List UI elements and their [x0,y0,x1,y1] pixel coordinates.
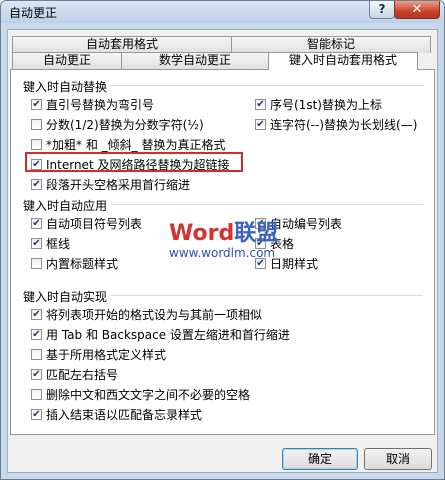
checkbox[interactable] [31,389,42,400]
option-ordinals-superscript[interactable]: ✔ 序号(1st)替换为上标 [255,96,382,113]
option-hyphens-dash[interactable]: ✔ 连字符(--)替换为长划线(—) [255,116,417,133]
checkbox[interactable] [31,258,42,269]
close-button[interactable]: ✕ [394,1,440,19]
option-builtin-heading-styles[interactable]: 内置标题样式 [31,255,118,272]
checkbox[interactable]: ✔ [31,309,42,320]
ok-button[interactable]: 确定 [282,448,358,470]
checkbox[interactable]: ✔ [31,238,42,249]
tab-math-autocorrect[interactable]: 数学自动更正 [121,52,269,69]
checkbox[interactable]: ✔ [31,99,42,110]
option-match-parentheses[interactable]: ✔ 匹配左右括号 [31,366,118,383]
tab-autoformat[interactable]: 自动套用格式 [12,36,232,53]
option-format-list-like-previous[interactable]: ✔ 将列表项开始的格式设为与其前一项相似 [31,306,262,323]
checkbox[interactable]: ✔ [255,99,266,110]
section-divider [111,204,423,205]
title-bar: 自动更正 ? ✕ [1,1,444,23]
option-bold-italic[interactable]: *加粗* 和 _倾斜_ 替换为真正格式 [31,136,225,153]
section-divider [111,85,423,86]
option-tab-backspace-indent[interactable]: ✔ 用 Tab 和 Backspace 设置左缩进和首行缩进 [31,326,290,343]
dialog-body: 自动套用格式 智能标记 自动更正 数学自动更正 键入时自动套用格式 键入时自动替… [7,29,438,473]
tab-panel: 键入时自动替换 ✔ 直引号替换为弯引号 ✔ 序号(1st)替换为上标 分数(1/… [10,69,435,435]
watermark-url: www.wordlm.com [169,246,276,260]
option-first-line-indent[interactable]: ✔ 段落开头空格采用首行缩进 [31,176,190,193]
window-title: 自动更正 [9,6,58,20]
section-implement-title: 键入时自动实现 [23,290,108,304]
option-smart-quotes[interactable]: ✔ 直引号替换为弯引号 [31,96,154,113]
watermark: Word联盟 www.wordlm.com [169,221,279,261]
checkbox[interactable] [31,119,42,130]
help-button[interactable]: ? [369,1,395,19]
option-define-styles[interactable]: 基于所用格式定义样式 [31,346,166,363]
checkbox[interactable]: ✔ [31,218,42,229]
autocorrect-dialog: 自动更正 ? ✕ 自动套用格式 智能标记 自动更正 数学自动更正 键入时自动套用… [0,0,445,480]
option-borders[interactable]: ✔ 框线 [31,235,70,252]
cancel-button[interactable]: 取消 [364,448,432,470]
checkbox[interactable] [31,139,42,150]
option-auto-bullets[interactable]: ✔ 自动项目符号列表 [31,215,142,232]
tab-autoformat-as-you-type[interactable]: 键入时自动套用格式 [268,52,418,70]
highlight-box [25,152,243,172]
checkbox[interactable]: ✔ [255,119,266,130]
checkbox[interactable]: ✔ [31,409,42,420]
checkbox[interactable] [31,349,42,360]
section-divider [111,295,423,296]
tab-autocorrect[interactable]: 自动更正 [12,52,122,69]
tab-smart-tags[interactable]: 智能标记 [231,36,431,53]
option-remove-extra-spaces[interactable]: 删除中文和西文文字之间不必要的空格 [31,386,250,403]
watermark-logo: Word联盟 [169,221,279,246]
checkbox[interactable]: ✔ [31,179,42,190]
section-apply-title: 键入时自动应用 [23,199,108,213]
section-replace-title: 键入时自动替换 [23,80,108,94]
option-fractions[interactable]: 分数(1/2)替换为分数字符(½) [31,116,204,133]
checkbox[interactable]: ✔ [31,369,42,380]
checkbox[interactable]: ✔ [31,329,42,340]
option-insert-closing-phrases[interactable]: ✔ 插入结束语以匹配备忘录样式 [31,406,202,423]
